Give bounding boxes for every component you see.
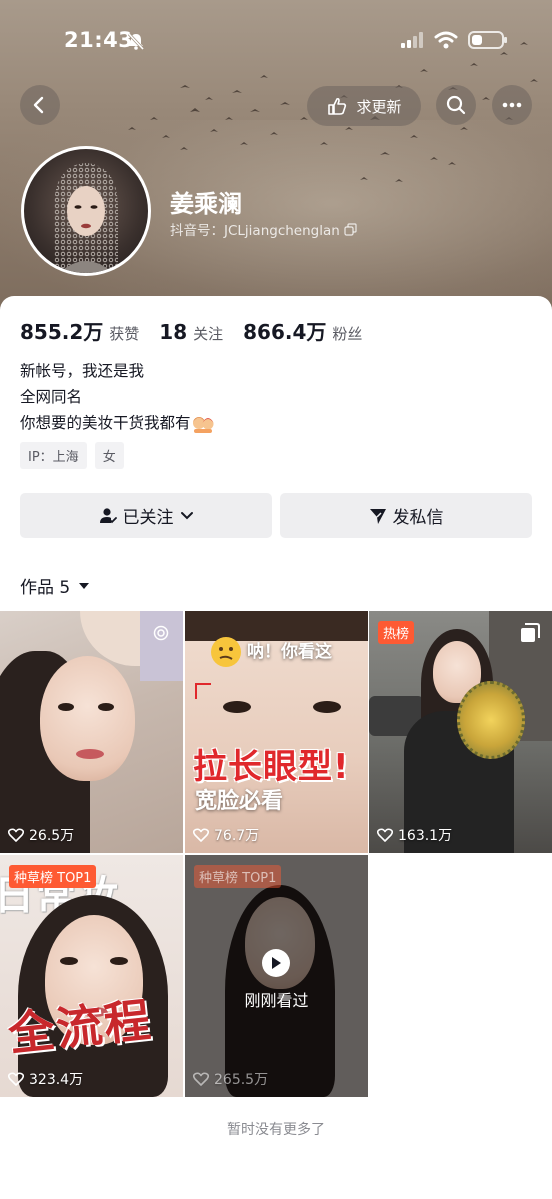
video-likes: 265.5万 [193, 1069, 268, 1089]
following-label[interactable]: 关注 [193, 323, 223, 344]
more-icon [502, 102, 522, 108]
search-icon [446, 95, 466, 115]
bio-line: 全网同名 [20, 388, 83, 406]
back-button[interactable] [20, 85, 60, 125]
video-tile[interactable]: 26.5万 [0, 611, 183, 853]
caret-down-icon [79, 582, 90, 589]
corner-bracket [195, 683, 211, 699]
eye-shape [60, 957, 78, 965]
sleeve [140, 611, 183, 681]
hand-icon [328, 97, 347, 115]
heart-icon [8, 828, 24, 842]
user-check-icon [99, 507, 117, 523]
profile-card: 855.2万 获赞 18 关注 866.4万 粉丝 新帐号，我还是我 全网同名 … [0, 296, 552, 1199]
followed-button[interactable]: 已关注 [20, 493, 272, 538]
recently-watched-label: 刚刚看过 [244, 991, 309, 1010]
gender-tag: 女 [94, 442, 124, 469]
signal-icon [401, 32, 423, 48]
face-shape [40, 656, 135, 781]
heart-icon [193, 828, 209, 842]
chevron-down-icon [180, 511, 193, 519]
request-update-label: 求更新 [356, 97, 402, 116]
live-icon [153, 625, 169, 641]
copy-icon[interactable] [344, 222, 357, 236]
video-likes-count: 323.4万 [29, 1072, 84, 1088]
more-button[interactable] [492, 85, 532, 125]
search-button[interactable] [436, 85, 476, 125]
grass-rank-badge: 种草榜 TOP1 [194, 865, 282, 888]
video-likes: 163.1万 [377, 825, 452, 845]
tab-works[interactable]: 作品 5 [20, 573, 90, 598]
send-icon [369, 508, 386, 524]
eye-shape [223, 701, 251, 713]
video-likes-count: 76.7万 [214, 828, 260, 844]
status-icons [400, 30, 508, 50]
followers-label[interactable]: 粉丝 [332, 323, 362, 344]
play-icon [272, 957, 281, 969]
video-likes-count: 265.5万 [214, 1072, 269, 1088]
video-title: 拉长眼型! [193, 747, 350, 787]
profile-name: 姜乘澜 [170, 190, 242, 218]
video-tile[interactable]: 种草榜 TOP1 刚刚看过 265.5万 [185, 855, 368, 1097]
following-count[interactable]: 18 [159, 320, 187, 344]
overlay-top-text: 呐！你看这 [247, 642, 332, 662]
bio: 新帐号，我还是我 全网同名 你想要的美妆干货我都有 [20, 358, 215, 436]
wifi-icon [434, 31, 458, 49]
ip-tag: IP：上海 [20, 442, 87, 469]
heart-icon [8, 1072, 24, 1086]
video-tile[interactable]: 日常妆 种草榜 TOP1 全流程 323.4万 [0, 855, 183, 1097]
durian [457, 681, 525, 759]
eye-shape [110, 957, 128, 965]
no-more-text: 暂时没有更多了 [227, 1122, 325, 1138]
mute-icon [127, 32, 145, 51]
message-label: 发私信 [392, 508, 444, 528]
tags: IP：上海 女 [20, 442, 124, 469]
back-icon [33, 96, 44, 114]
video-subtitle: 宽脸必看 [195, 789, 284, 814]
eye-shape [313, 701, 341, 713]
gallery-icon [521, 623, 540, 642]
play-button[interactable] [262, 949, 290, 977]
grass-rank-badge: 种草榜 TOP1 [9, 865, 97, 888]
battery-icon [468, 31, 507, 49]
video-tile[interactable]: 热榜 163.1万 [369, 611, 552, 853]
avatar-image [54, 163, 118, 273]
stats-row: 855.2万 获赞 18 关注 866.4万 粉丝 [20, 316, 382, 345]
eye-shape [58, 703, 74, 711]
bio-line: 新帐号，我还是我 [20, 362, 145, 380]
douyin-id[interactable]: 抖音号：JCLjiangchenglan [170, 219, 357, 239]
video-tile[interactable]: 呐！你看这 拉长眼型! 宽脸必看 76.7万 [185, 611, 368, 853]
avatar[interactable] [21, 146, 151, 276]
message-button[interactable]: 发私信 [280, 493, 532, 538]
video-likes: 26.5万 [8, 825, 74, 845]
heart-icon [377, 828, 393, 842]
lip-shape [76, 749, 104, 759]
request-update-button[interactable]: 求更新 [307, 86, 421, 126]
heart-icon [193, 1072, 209, 1086]
video-likes-count: 26.5万 [29, 828, 75, 844]
works-tab-label: 作品 5 [20, 578, 71, 598]
douyin-id-text: 抖音号：JCLjiangchenglan [170, 223, 340, 239]
likes-label: 获赞 [109, 325, 140, 343]
likes-count: 855.2万 [20, 320, 104, 344]
followers-count[interactable]: 866.4万 [243, 316, 326, 345]
status-time: 21:43 [64, 28, 134, 52]
followed-label: 已关注 [122, 508, 174, 528]
makeup-emoji-icon [192, 417, 214, 433]
eye-shape [98, 703, 114, 711]
hot-badge: 热榜 [378, 621, 415, 644]
bio-line-text: 你想要的美妆干货我都有 [20, 414, 191, 432]
thinking-emoji-icon [211, 637, 241, 667]
video-likes: 323.4万 [8, 1069, 83, 1089]
bio-line: 你想要的美妆干货我都有 [20, 410, 215, 436]
video-likes: 76.7万 [193, 825, 259, 845]
video-likes-count: 163.1万 [398, 828, 453, 844]
